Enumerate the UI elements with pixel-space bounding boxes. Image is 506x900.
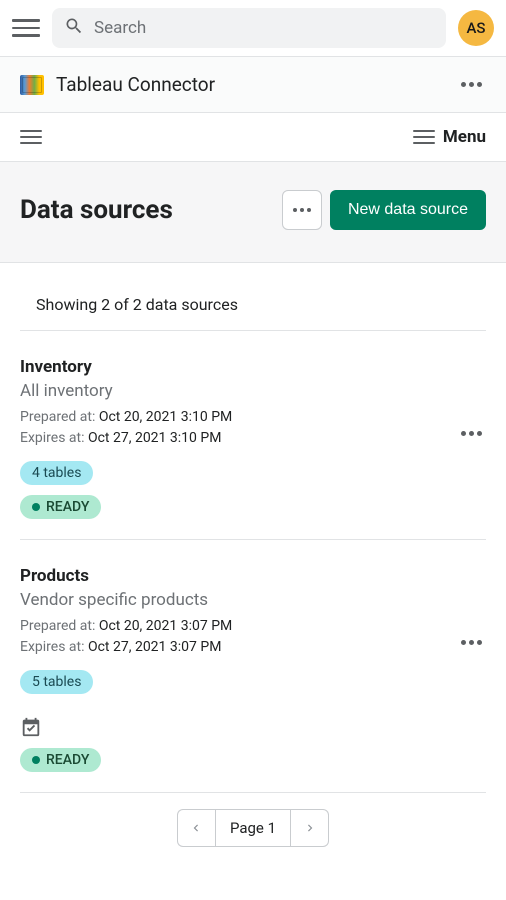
tables-badge: 4 tables bbox=[20, 461, 93, 485]
item-description: All inventory bbox=[20, 381, 486, 401]
search-icon bbox=[64, 16, 84, 40]
menu-toggle[interactable]: Menu bbox=[413, 127, 486, 147]
data-source-item: Products Vendor specific products Prepar… bbox=[20, 556, 486, 793]
connector-title: Tableau Connector bbox=[56, 73, 445, 96]
item-prepared: Prepared at: Oct 20, 2021 3:07 PM bbox=[20, 616, 486, 637]
page-title: Data sources bbox=[20, 195, 173, 225]
search-input[interactable]: Search bbox=[52, 8, 446, 48]
item-more-button[interactable] bbox=[457, 636, 486, 649]
item-more-button[interactable] bbox=[457, 427, 486, 440]
new-data-source-button[interactable]: New data source bbox=[330, 190, 486, 230]
chevron-left-icon bbox=[189, 821, 203, 835]
status-badge: READY bbox=[20, 495, 101, 519]
page-label: Page 1 bbox=[215, 809, 291, 847]
item-expires: Expires at: Oct 27, 2021 3:07 PM bbox=[20, 637, 486, 658]
tables-badge: 5 tables bbox=[20, 670, 93, 694]
chevron-right-icon bbox=[303, 821, 317, 835]
showing-count: Showing 2 of 2 data sources bbox=[20, 287, 486, 331]
item-prepared: Prepared at: Oct 20, 2021 3:10 PM bbox=[20, 407, 486, 428]
item-name[interactable]: Inventory bbox=[20, 357, 486, 377]
prev-page-button[interactable] bbox=[177, 809, 215, 847]
menu-label: Menu bbox=[443, 127, 486, 147]
next-page-button[interactable] bbox=[291, 809, 329, 847]
tableau-connector-icon bbox=[20, 75, 44, 95]
calendar-check-icon bbox=[20, 716, 42, 738]
secondary-menu-icon[interactable] bbox=[20, 128, 42, 146]
item-description: Vendor specific products bbox=[20, 590, 486, 610]
status-badge: READY bbox=[20, 748, 101, 772]
page-more-button[interactable] bbox=[282, 190, 322, 230]
item-name[interactable]: Products bbox=[20, 566, 486, 586]
main-menu-button[interactable] bbox=[12, 14, 40, 42]
item-expires: Expires at: Oct 27, 2021 3:10 PM bbox=[20, 428, 486, 449]
data-source-item: Inventory All inventory Prepared at: Oct… bbox=[20, 347, 486, 540]
connector-more-button[interactable] bbox=[457, 78, 486, 91]
search-placeholder: Search bbox=[94, 18, 146, 38]
avatar[interactable]: AS bbox=[458, 10, 494, 46]
